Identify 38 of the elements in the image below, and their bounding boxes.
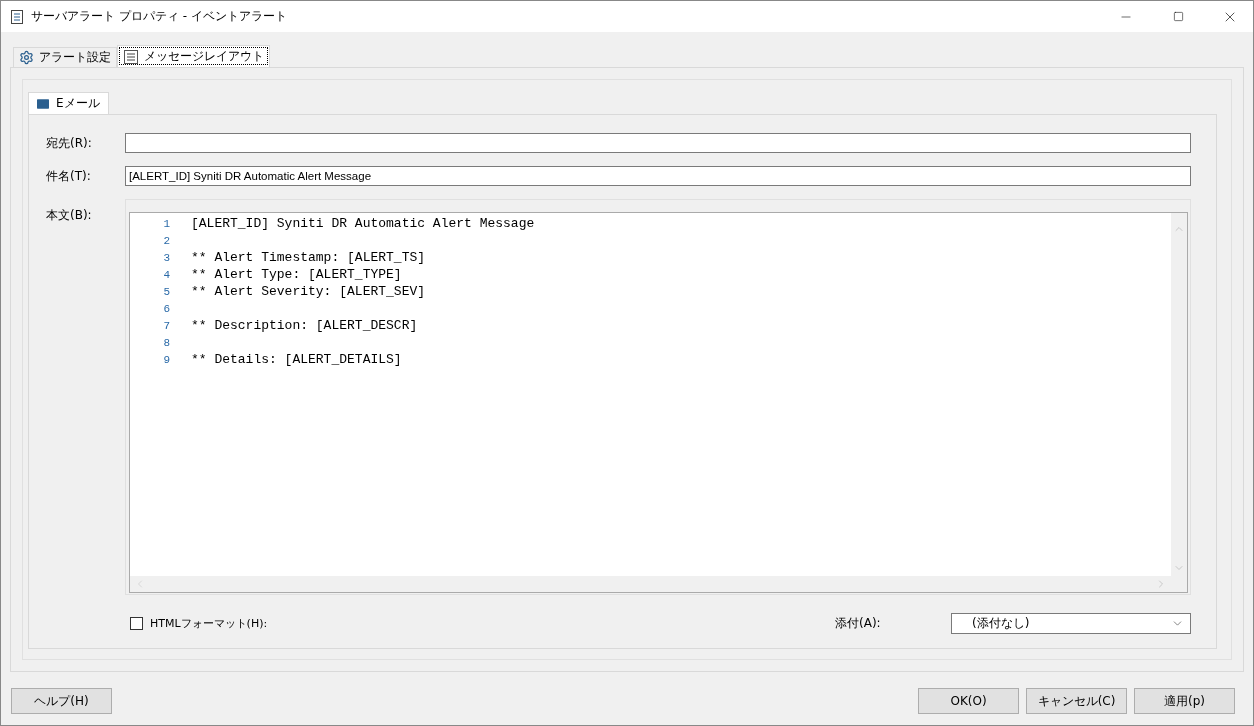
- code-line: ** Alert Timestamp: [ALERT_TS]: [191, 250, 426, 265]
- field-label: 宛先(R):: [46, 134, 93, 152]
- attachment-dropdown[interactable]: (添付なし): [951, 613, 1191, 634]
- dialog-button[interactable]: OK(O): [918, 688, 1019, 714]
- code-line: ** Description: [ALERT_DESCR]: [191, 318, 418, 333]
- line-number: 1: [162, 217, 170, 230]
- horizontal-scrollbar[interactable]: [130, 576, 1171, 592]
- document-icon: [123, 48, 139, 65]
- help-button[interactable]: ヘルプ(H): [11, 688, 112, 714]
- code-line: ** Alert Type: [ALERT_TYPE]: [191, 267, 402, 282]
- line-number: 2: [162, 234, 170, 247]
- dialog-button[interactable]: キャンセル(C): [1026, 688, 1127, 714]
- checkbox-label: HTMLフォーマット(H):: [150, 616, 269, 631]
- field-label: 添付(A):: [835, 615, 882, 632]
- code-line: ** Details: [ALERT_DETAILS]: [191, 352, 402, 367]
- line-number: 4: [162, 268, 170, 281]
- input-field[interactable]: [125, 133, 1191, 153]
- checkbox[interactable]: [130, 617, 143, 630]
- tab[interactable]: アラート設定: [13, 47, 117, 67]
- window-title: サーバアラート プロパティ - イベントアラート: [31, 8, 288, 25]
- input-field[interactable]: [ALERT_ID] Syniti DR Automatic Alert Message: [125, 166, 1191, 186]
- line-number: 7: [162, 319, 170, 332]
- maximize-icon[interactable]: [1172, 11, 1184, 22]
- field-label: 本文(B):: [46, 207, 93, 224]
- tab[interactable]: メッセージレイアウト: [117, 45, 270, 67]
- line-number: 9: [162, 353, 170, 366]
- dialog-button[interactable]: 適用(p): [1134, 688, 1235, 714]
- line-number: 3: [162, 251, 170, 264]
- code-line: ** Alert Severity: [ALERT_SEV]: [191, 284, 426, 299]
- gear-icon: [19, 50, 34, 65]
- code-line: [ALERT_ID] Syniti DR Automatic Alert Message: [191, 216, 535, 231]
- line-number: 8: [162, 336, 170, 349]
- document-icon: [9, 8, 25, 25]
- tab[interactable]: Eメール: [28, 92, 109, 114]
- line-number: 6: [162, 302, 170, 315]
- vertical-scrollbar[interactable]: [1171, 213, 1187, 576]
- line-number: 5: [162, 285, 170, 298]
- field-label: 件名(T):: [46, 167, 92, 185]
